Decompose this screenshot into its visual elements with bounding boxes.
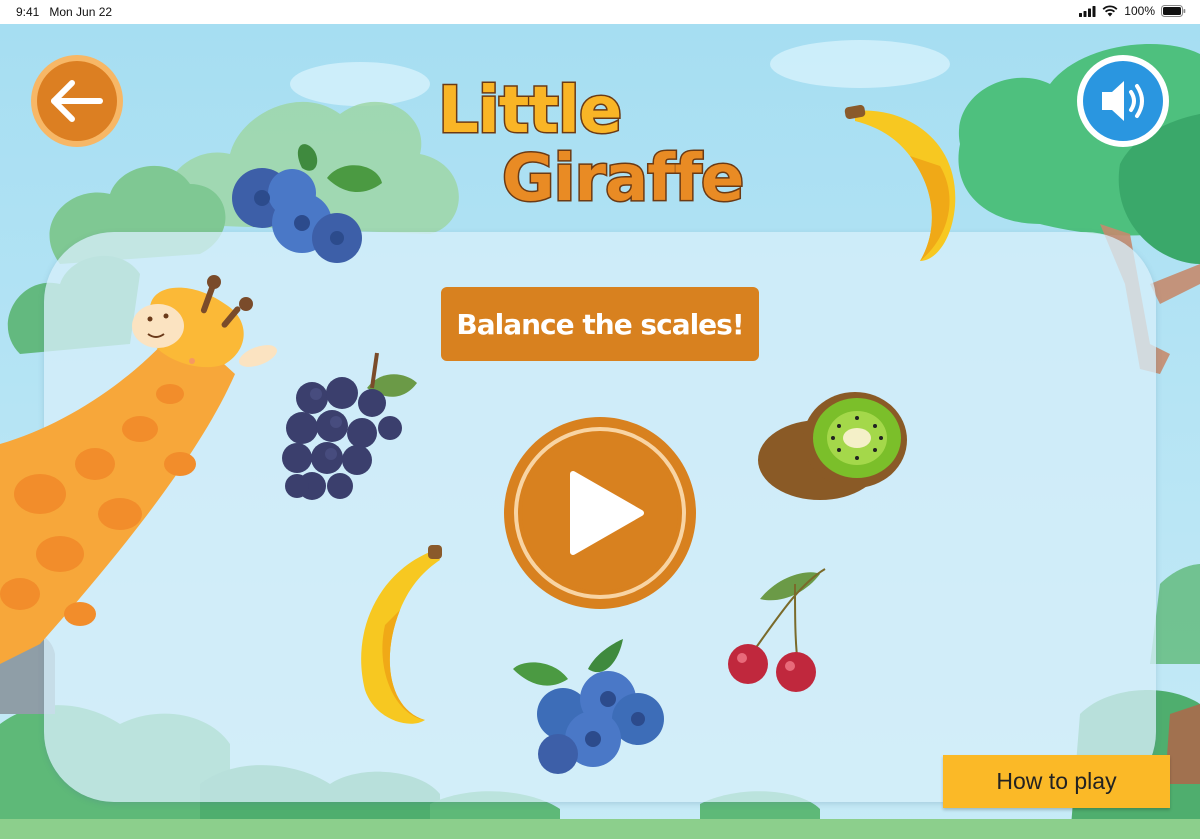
- title-line-2: Giraffe: [502, 142, 743, 204]
- grapes-decoration: [282, 352, 417, 500]
- instruction-banner: Balance the scales!: [441, 287, 759, 361]
- game-title-logo: Little Giraffe: [437, 73, 746, 205]
- play-button[interactable]: [503, 416, 697, 610]
- status-indicators: 100%: [1079, 4, 1186, 18]
- status-time-date: 9:41 Mon Jun 22: [16, 5, 112, 19]
- game-scene: Little Giraffe Balance the scales! How t…: [0, 24, 1200, 839]
- giraffe-character: [0, 275, 278, 664]
- banana-top-decoration: [844, 104, 956, 261]
- status-time: 9:41: [16, 5, 40, 19]
- cherries-decoration: [728, 568, 826, 692]
- title-line-1: Little: [438, 74, 621, 148]
- kiwi-decoration: [758, 392, 907, 500]
- how-to-play-button[interactable]: How to play: [943, 755, 1170, 808]
- battery-percent: 100%: [1124, 4, 1155, 18]
- status-bar: 9:41 Mon Jun 22 100%: [0, 0, 1200, 24]
- sound-toggle-button[interactable]: [1076, 54, 1170, 148]
- status-date: Mon Jun 22: [49, 5, 113, 19]
- wifi-icon: [1102, 5, 1118, 17]
- signal-icon: [1079, 5, 1096, 17]
- banana-bottom-decoration: [361, 545, 442, 724]
- blueberries-bottom-decoration: [513, 639, 664, 774]
- battery-icon: [1161, 5, 1186, 17]
- back-button[interactable]: [30, 54, 124, 148]
- blueberries-top-decoration: [232, 144, 382, 263]
